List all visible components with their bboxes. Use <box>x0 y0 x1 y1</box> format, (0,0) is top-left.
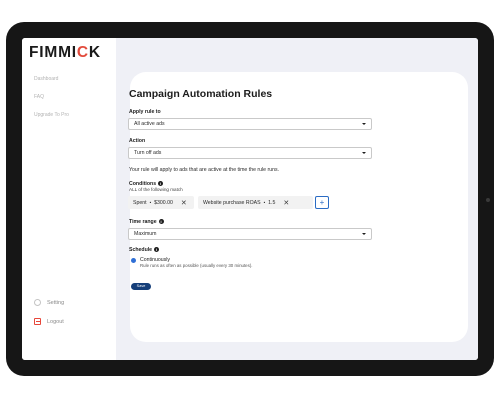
continuously-radio[interactable] <box>131 258 136 263</box>
condition-chip-roas[interactable]: Website purchase ROAS • 1.5 ✕ <box>198 196 313 209</box>
time-range-value: Maximum <box>134 231 157 237</box>
rule-note: Your rule will apply to ads that are act… <box>129 167 280 173</box>
chevron-down-icon <box>362 233 366 236</box>
action-value: Turn off ads <box>134 150 162 156</box>
close-icon[interactable]: ✕ <box>283 199 289 207</box>
chevron-down-icon <box>362 152 366 155</box>
info-icon: i <box>158 219 164 225</box>
apply-rule-value: All active ads <box>134 121 165 127</box>
condition-field: Spent <box>133 199 147 206</box>
condition-value: $300.00 <box>154 199 173 206</box>
camera-dot <box>486 198 490 202</box>
info-icon: i <box>158 181 164 187</box>
action-select[interactable]: Turn off ads <box>128 147 372 159</box>
schedule-label-text: Schedule <box>129 247 153 253</box>
condition-operator: • <box>149 200 152 205</box>
apply-rule-label: Apply rule to <box>129 109 161 115</box>
time-range-label: Time range i <box>129 219 164 225</box>
info-icon: i <box>154 247 160 253</box>
conditions-sub: ALL of the following match <box>129 187 183 192</box>
save-button[interactable]: Save <box>131 283 151 290</box>
condition-value: 1.5 <box>268 199 276 206</box>
time-range-select[interactable]: Maximum <box>128 228 372 240</box>
time-range-label-text: Time range <box>129 219 157 225</box>
close-icon[interactable]: ✕ <box>181 199 187 207</box>
schedule-label: Schedule i <box>129 247 160 253</box>
chevron-down-icon <box>362 123 366 126</box>
continuously-desc: Rule runs as often as possible (usually … <box>140 263 253 268</box>
apply-rule-select[interactable]: All active ads <box>128 118 372 130</box>
condition-chip-spent[interactable]: Spent • $300.00 ✕ <box>128 196 194 209</box>
action-label: Action <box>129 138 146 144</box>
add-condition-button[interactable]: + <box>315 196 329 209</box>
condition-field: Website purchase ROAS <box>203 199 261 206</box>
page-title: Campaign Automation Rules <box>129 88 273 100</box>
condition-operator: • <box>263 200 266 205</box>
